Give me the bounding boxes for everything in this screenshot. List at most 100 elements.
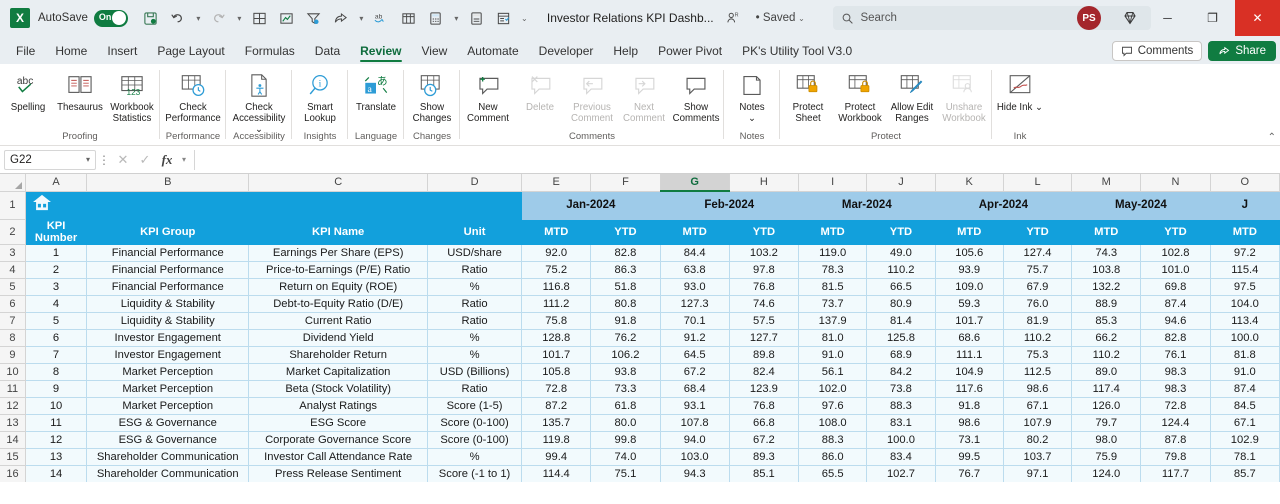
cell-D4[interactable]: Ratio: [427, 261, 523, 279]
row-header-15[interactable]: 15: [0, 448, 26, 466]
cell-B10[interactable]: Market Perception: [86, 363, 250, 381]
cell-C3[interactable]: Earnings Per Share (EPS): [248, 244, 429, 262]
cell-G14[interactable]: 94.0: [660, 431, 730, 449]
cell-G6[interactable]: 127.3: [660, 295, 730, 313]
filter-icon[interactable]: [301, 5, 327, 31]
cell-K8[interactable]: 68.6: [935, 329, 1004, 347]
cell-N6[interactable]: 87.4: [1140, 295, 1211, 313]
cell-O10[interactable]: 91.0: [1210, 363, 1280, 381]
ribbon-protect-sheet-button[interactable]: Protect Sheet: [782, 68, 834, 126]
cell-L12[interactable]: 67.1: [1003, 397, 1073, 415]
cell-K11[interactable]: 117.6: [935, 380, 1004, 398]
ribbon-allow-edit-ranges-button[interactable]: Allow Edit Ranges: [886, 68, 938, 126]
tab-home[interactable]: Home: [45, 40, 97, 64]
cell-C11[interactable]: Beta (Stock Volatility): [248, 380, 429, 398]
cell-N10[interactable]: 98.3: [1140, 363, 1211, 381]
cell-J10[interactable]: 84.2: [866, 363, 936, 381]
cell-L10[interactable]: 112.5: [1003, 363, 1073, 381]
cell-I8[interactable]: 81.0: [798, 329, 868, 347]
cell-L3[interactable]: 127.4: [1003, 244, 1073, 262]
cell-I11[interactable]: 102.0: [798, 380, 868, 398]
cell-B5[interactable]: Financial Performance: [86, 278, 250, 296]
column-header-O[interactable]: O: [1210, 174, 1280, 192]
cell-K6[interactable]: 59.3: [935, 295, 1004, 313]
cell-L9[interactable]: 75.3: [1003, 346, 1073, 364]
redo-icon[interactable]: [206, 5, 232, 31]
cell-G7[interactable]: 70.1: [660, 312, 730, 330]
cell-F16[interactable]: 75.1: [590, 465, 661, 482]
undo-dropdown-icon[interactable]: ▾: [192, 5, 205, 31]
table-icon[interactable]: [396, 5, 422, 31]
column-header-H[interactable]: H: [729, 174, 800, 192]
cell-O7[interactable]: 113.4: [1210, 312, 1280, 330]
tab-insert[interactable]: Insert: [97, 40, 147, 64]
cell-B16[interactable]: Shareholder Communication: [86, 465, 250, 482]
cell-C4[interactable]: Price-to-Earnings (P/E) Ratio: [248, 261, 429, 279]
cell-B6[interactable]: Liquidity & Stability: [86, 295, 250, 313]
cell-B11[interactable]: Market Perception: [86, 380, 250, 398]
share-arrow-icon[interactable]: [328, 5, 354, 31]
cell-C9[interactable]: Shareholder Return: [248, 346, 429, 364]
cell-E11[interactable]: 72.8: [521, 380, 592, 398]
cell-D8[interactable]: %: [427, 329, 523, 347]
cell-A8[interactable]: 6: [25, 329, 88, 347]
row-header-1[interactable]: 1: [0, 191, 26, 220]
cell-O8[interactable]: 100.0: [1210, 329, 1280, 347]
cell-O9[interactable]: 81.8: [1210, 346, 1280, 364]
tab-view[interactable]: View: [412, 40, 458, 64]
cell-E3[interactable]: 92.0: [521, 244, 592, 262]
cell-M13[interactable]: 79.7: [1071, 414, 1142, 432]
cell-H3[interactable]: 103.2: [729, 244, 800, 262]
ribbon-show-comments-button[interactable]: Show Comments: [670, 68, 722, 126]
cell-H10[interactable]: 82.4: [729, 363, 800, 381]
comments-button[interactable]: Comments: [1111, 41, 1203, 61]
cell-N7[interactable]: 94.6: [1140, 312, 1211, 330]
cell-M6[interactable]: 88.9: [1071, 295, 1142, 313]
undo-icon[interactable]: [165, 5, 191, 31]
name-box-dropdown-icon[interactable]: ▾: [86, 155, 90, 164]
row-header-9[interactable]: 9: [0, 346, 26, 364]
cell-C8[interactable]: Dividend Yield: [248, 329, 429, 347]
form-icon[interactable]: [491, 5, 517, 31]
cell-C6[interactable]: Debt-to-Equity Ratio (D/E): [248, 295, 429, 313]
cell-H16[interactable]: 85.1: [729, 465, 800, 482]
cell-O14[interactable]: 102.9: [1210, 431, 1280, 449]
ribbon-hide-ink-button[interactable]: Hide Ink ⌄: [994, 68, 1046, 115]
cell-I15[interactable]: 86.0: [798, 448, 868, 466]
cell-J16[interactable]: 102.7: [866, 465, 936, 482]
restore-button[interactable]: ❐: [1190, 0, 1235, 36]
cell-D14[interactable]: Score (0-100): [427, 431, 523, 449]
cell-A10[interactable]: 8: [25, 363, 88, 381]
cell-F15[interactable]: 74.0: [590, 448, 661, 466]
cell-K15[interactable]: 99.5: [935, 448, 1004, 466]
column-header-C[interactable]: C: [248, 174, 429, 192]
tab-developer[interactable]: Developer: [529, 40, 604, 64]
cell-B8[interactable]: Investor Engagement: [86, 329, 250, 347]
cell-N5[interactable]: 69.8: [1140, 278, 1211, 296]
cell-L7[interactable]: 81.9: [1003, 312, 1073, 330]
cell-H12[interactable]: 76.8: [729, 397, 800, 415]
cell-K4[interactable]: 93.9: [935, 261, 1004, 279]
cell-I14[interactable]: 88.3: [798, 431, 868, 449]
cell-I9[interactable]: 91.0: [798, 346, 868, 364]
cell-G12[interactable]: 93.1: [660, 397, 730, 415]
cell-O4[interactable]: 115.4: [1210, 261, 1280, 279]
cell-C7[interactable]: Current Ratio: [248, 312, 429, 330]
cell-D7[interactable]: Ratio: [427, 312, 523, 330]
row-header-14[interactable]: 14: [0, 431, 26, 449]
cell-I7[interactable]: 137.9: [798, 312, 868, 330]
cell-N9[interactable]: 76.1: [1140, 346, 1211, 364]
cell-L5[interactable]: 67.9: [1003, 278, 1073, 296]
cell-A4[interactable]: 2: [25, 261, 88, 279]
cell-K10[interactable]: 104.9: [935, 363, 1004, 381]
row-header-8[interactable]: 8: [0, 329, 26, 347]
cell-D5[interactable]: %: [427, 278, 523, 296]
cell-H13[interactable]: 66.8: [729, 414, 800, 432]
tab-formulas[interactable]: Formulas: [235, 40, 305, 64]
cell-B12[interactable]: Market Perception: [86, 397, 250, 415]
cell-H4[interactable]: 97.8: [729, 261, 800, 279]
ribbon-protect-workbook-button[interactable]: Protect Workbook: [834, 68, 886, 126]
tab-help[interactable]: Help: [603, 40, 648, 64]
cell-G5[interactable]: 93.0: [660, 278, 730, 296]
cell-L4[interactable]: 75.7: [1003, 261, 1073, 279]
